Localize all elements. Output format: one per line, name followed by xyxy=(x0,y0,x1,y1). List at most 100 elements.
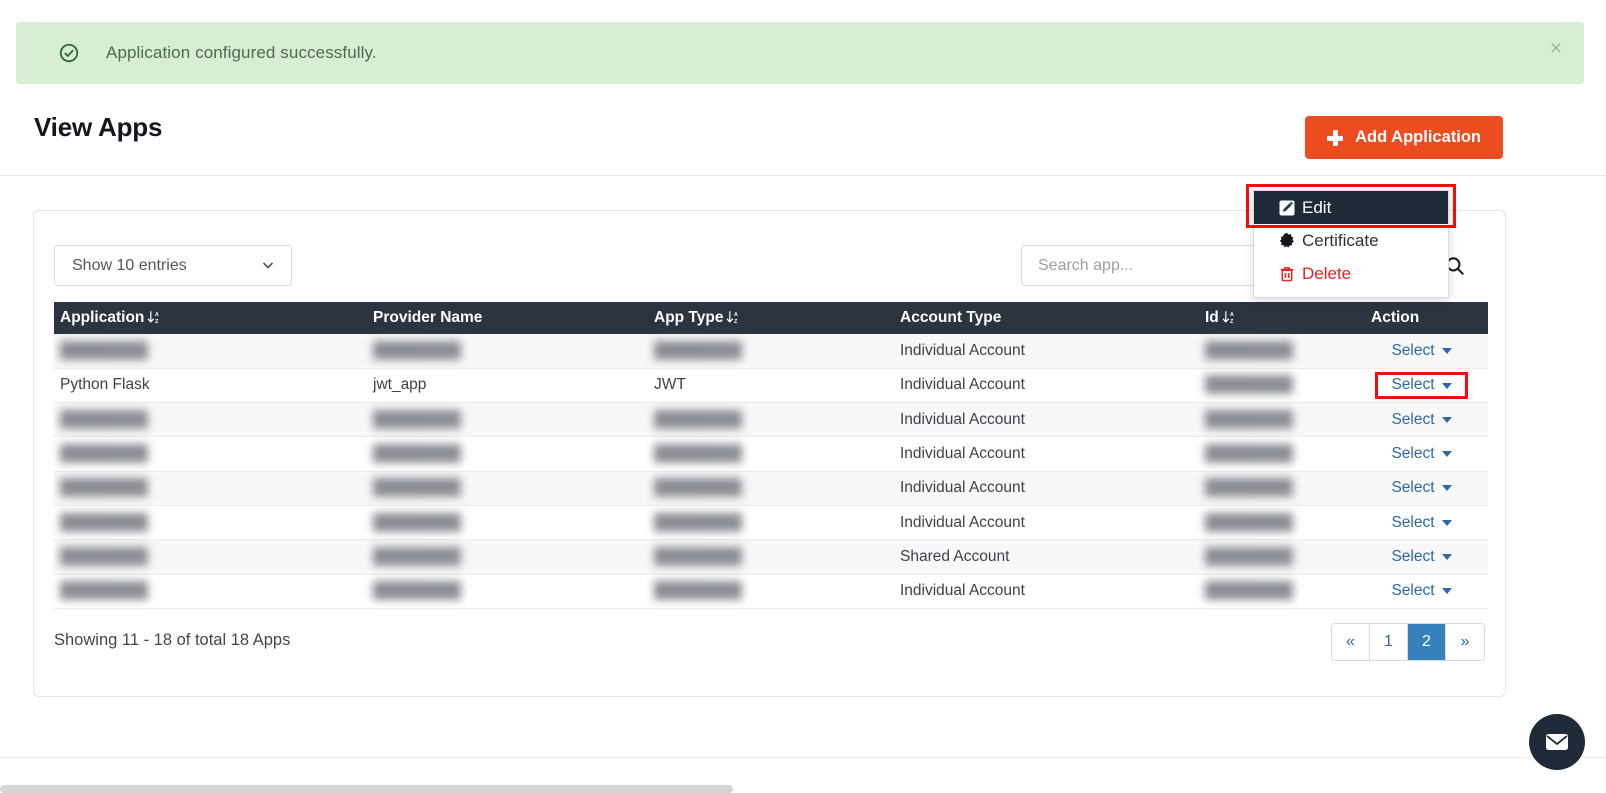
column-label: App Type xyxy=(654,309,724,326)
cell-account-type: Individual Account xyxy=(894,436,1199,472)
dropdown-item-delete[interactable]: Delete xyxy=(1254,257,1448,290)
cell-app-type: ████████ xyxy=(648,334,894,369)
svg-text:Z: Z xyxy=(1230,319,1234,325)
column-header-provider-name[interactable]: Provider Name xyxy=(367,302,648,334)
column-label: Action xyxy=(1371,309,1420,326)
pagination-next[interactable]: » xyxy=(1446,624,1484,660)
column-label: Provider Name xyxy=(373,309,483,326)
page-root: Application configured successfully. × V… xyxy=(0,0,1606,793)
column-header-application[interactable]: Application A Z xyxy=(54,302,367,334)
chat-widget-button[interactable] xyxy=(1529,714,1585,770)
table-row: ████████ ████████ ████████ Individual Accou… xyxy=(54,574,1488,609)
action-select-dropdown-toggle[interactable]: Select xyxy=(1391,582,1452,600)
action-select-dropdown-toggle[interactable]: Select xyxy=(1391,479,1452,497)
cell-application: ████████ xyxy=(54,471,367,506)
cell-application: ████████ xyxy=(54,539,367,575)
page-header: View Apps Add Application xyxy=(0,96,1606,176)
caret-down-icon xyxy=(1441,519,1452,526)
dropdown-item-edit[interactable]: Edit xyxy=(1254,191,1448,224)
table-row: Python Flask jwt_app JWT Individual Account… xyxy=(54,368,1488,404)
cell-action: Select xyxy=(1349,471,1488,506)
dropdown-item-label: Certificate xyxy=(1302,230,1379,250)
cell-app-type: ████████ xyxy=(648,574,894,609)
action-select-label: Select xyxy=(1391,479,1435,497)
column-label: Id xyxy=(1205,309,1219,326)
table-row: ████████ ████████ ████████ Individual Accou… xyxy=(54,505,1488,541)
caret-down-icon xyxy=(1441,588,1452,595)
column-header-id[interactable]: Id A Z xyxy=(1199,302,1349,334)
cell-id: ████████ xyxy=(1199,539,1349,575)
action-select-label: Select xyxy=(1391,445,1435,463)
action-select-dropdown-toggle[interactable]: Select xyxy=(1391,341,1452,360)
add-application-button[interactable]: Add Application xyxy=(1305,116,1503,159)
cell-app-type: ████████ xyxy=(648,402,894,438)
cell-provider-name: ████████ xyxy=(367,471,648,506)
pagination-page-1[interactable]: 1 xyxy=(1370,624,1408,660)
pagination-page-2[interactable]: 2 xyxy=(1408,624,1446,660)
column-header-app-type[interactable]: App Type A Z xyxy=(648,302,894,334)
table-head: Application A Z Provider Name App Type A Z A… xyxy=(54,302,1488,334)
apps-table: Application A Z Provider Name App Type A Z A… xyxy=(54,302,1488,609)
caret-down-icon xyxy=(1441,416,1452,423)
column-header-action: Action xyxy=(1349,302,1488,334)
column-header-account-type[interactable]: Account Type xyxy=(894,302,1199,334)
success-alert: Application configured successfully. × xyxy=(16,22,1584,84)
action-select-label: Select xyxy=(1391,582,1435,600)
table-row: ████████ ████████ ████████ Shared Account ██… xyxy=(54,539,1488,575)
table-row: ████████ ████████ ████████ Individual Accou… xyxy=(54,334,1488,369)
action-select-label: Select xyxy=(1391,513,1435,531)
cell-app-type: ████████ xyxy=(648,505,894,541)
cell-id: ████████ xyxy=(1199,436,1349,472)
horizontal-scrollbar[interactable] xyxy=(0,784,1606,793)
cell-application: ████████ xyxy=(54,574,367,609)
cell-provider-name: jwt_app xyxy=(367,368,648,404)
cell-account-type: Individual Account xyxy=(894,505,1199,541)
action-dropdown-menu: Edit Certificate Delete xyxy=(1253,190,1449,298)
alert-close-icon[interactable]: × xyxy=(1550,38,1562,59)
action-select-label: Select xyxy=(1391,547,1435,565)
table-row: ████████ ████████ ████████ Individual Accou… xyxy=(54,402,1488,438)
sort-az-icon: AZ xyxy=(147,310,160,325)
column-label: Application xyxy=(60,309,145,326)
cell-account-type: Individual Account xyxy=(894,334,1199,369)
svg-text:A: A xyxy=(155,312,159,318)
cell-application: ████████ xyxy=(54,334,367,369)
caret-down-icon xyxy=(1441,382,1452,389)
pagination-prev[interactable]: « xyxy=(1332,624,1370,660)
svg-text:Z: Z xyxy=(734,319,738,325)
cell-action: Select xyxy=(1349,334,1488,369)
dropdown-item-label: Edit xyxy=(1302,197,1332,217)
pencil-icon xyxy=(1278,199,1296,217)
action-select-dropdown-toggle[interactable]: Select xyxy=(1391,445,1452,463)
page-title: View Apps xyxy=(34,112,163,142)
showing-entries-text: Showing 11 - 18 of total 18 Apps xyxy=(54,631,291,649)
check-circle-icon xyxy=(58,42,80,64)
dropdown-item-label: Delete xyxy=(1302,263,1352,283)
cell-provider-name: ████████ xyxy=(367,402,648,438)
cell-action: Select xyxy=(1349,436,1488,472)
entries-per-page-select[interactable]: Show 10 entries xyxy=(54,245,292,286)
action-select-dropdown-toggle[interactable]: Select xyxy=(1375,371,1468,399)
cell-id: ████████ xyxy=(1199,574,1349,609)
caret-down-icon xyxy=(1441,347,1452,354)
table-row: ████████ ████████ ████████ Individual Accou… xyxy=(54,436,1488,472)
caret-down-icon xyxy=(1441,485,1452,492)
add-application-label: Add Application xyxy=(1355,128,1481,146)
dropdown-item-certificate[interactable]: Certificate xyxy=(1254,224,1448,257)
action-select-label: Select xyxy=(1391,341,1435,359)
cell-id: ████████ xyxy=(1199,471,1349,506)
action-select-label: Select xyxy=(1391,410,1435,428)
caret-down-icon xyxy=(1441,451,1452,458)
scrollbar-thumb[interactable] xyxy=(0,785,733,793)
cell-app-type: ████████ xyxy=(648,436,894,472)
action-select-dropdown-toggle[interactable]: Select xyxy=(1391,547,1452,566)
cell-provider-name: ████████ xyxy=(367,436,648,472)
certificate-icon xyxy=(1278,232,1296,250)
cell-account-type: Individual Account xyxy=(894,402,1199,438)
action-select-dropdown-toggle[interactable]: Select xyxy=(1391,410,1452,429)
action-select-dropdown-toggle[interactable]: Select xyxy=(1391,513,1452,532)
cell-id: ████████ xyxy=(1199,334,1349,369)
cell-app-type: ████████ xyxy=(648,471,894,506)
svg-text:A: A xyxy=(1230,312,1234,318)
cell-action: Select xyxy=(1349,402,1488,438)
